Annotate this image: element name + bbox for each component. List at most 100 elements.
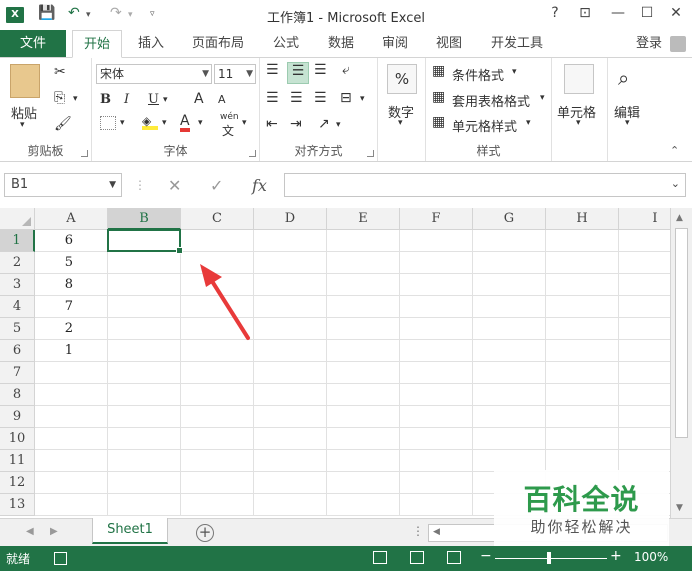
percent-icon[interactable]: % xyxy=(387,64,417,94)
borders-icon[interactable] xyxy=(100,116,116,130)
copy-dropdown-icon[interactable]: ▾ xyxy=(73,94,78,104)
format-painter-icon[interactable]: 🖌 xyxy=(54,116,72,132)
conditional-format-dropdown-icon[interactable]: ▾ xyxy=(512,67,517,77)
next-sheet-icon[interactable]: ▶ xyxy=(50,526,58,537)
tab-review[interactable]: 审阅 xyxy=(372,30,418,57)
align-middle-icon[interactable]: ☰ xyxy=(287,62,309,84)
zoom-slider-track[interactable] xyxy=(495,558,607,559)
format-table-button[interactable]: 套用表格格式 xyxy=(452,91,530,110)
fill-color-icon[interactable]: ◈ xyxy=(142,114,158,130)
cells-dropdown-icon[interactable]: ▾ xyxy=(576,118,581,128)
collapse-ribbon-icon[interactable]: ⌃ xyxy=(670,144,679,157)
enter-icon[interactable]: ✓ xyxy=(210,176,223,195)
name-box[interactable]: B1 ▼ xyxy=(4,173,122,197)
phonetic-dropdown-icon[interactable]: ▾ xyxy=(242,118,247,128)
scrollbar-thumb[interactable] xyxy=(675,228,688,438)
tab-page-layout[interactable]: 页面布局 xyxy=(182,30,254,57)
insert-function-icon[interactable]: fx xyxy=(252,176,267,195)
font-launcher-icon[interactable] xyxy=(249,150,256,157)
tab-data[interactable]: 数据 xyxy=(318,30,364,57)
tab-home[interactable]: 开始 xyxy=(72,30,122,58)
page-layout-view-icon[interactable] xyxy=(410,551,424,564)
editing-dropdown-icon[interactable]: ▾ xyxy=(625,118,630,128)
login-link[interactable]: 登录 xyxy=(636,30,662,57)
cell-styles-button[interactable]: 单元格样式 xyxy=(452,116,517,135)
formula-input[interactable]: ⌄ xyxy=(284,173,686,197)
conditional-format-icon[interactable]: ▦ xyxy=(432,63,445,79)
sheet-tab-sheet1[interactable]: Sheet1 xyxy=(92,518,168,544)
font-color-dropdown-icon[interactable]: ▾ xyxy=(198,118,203,128)
avatar[interactable] xyxy=(670,36,686,52)
macro-record-icon[interactable] xyxy=(54,552,67,565)
phonetic-icon[interactable]: 文 xyxy=(222,122,234,139)
cells-icon[interactable] xyxy=(564,64,594,94)
align-top-icon[interactable]: ☰ xyxy=(266,62,279,78)
paste-icon[interactable] xyxy=(10,64,40,98)
wrap-text-icon[interactable]: ⤶ xyxy=(342,62,350,78)
align-right-icon[interactable]: ☰ xyxy=(314,90,327,106)
add-sheet-button[interactable]: + xyxy=(196,524,214,542)
copy-icon[interactable]: ⎘ xyxy=(54,90,65,106)
zoom-slider-thumb[interactable] xyxy=(547,552,551,564)
format-table-icon[interactable]: ▦ xyxy=(432,89,445,105)
merge-dropdown-icon[interactable]: ▾ xyxy=(360,94,365,104)
title-bar: X 💾 ↶ ▾ ↷ ▾ ▿ 工作簿1 - Microsoft Excel ? ⊡… xyxy=(0,0,692,30)
active-cell-b1[interactable] xyxy=(107,229,183,254)
scroll-down-icon[interactable]: ▼ xyxy=(676,503,683,513)
minimize-button[interactable]: — xyxy=(608,5,628,21)
ribbon-display-button[interactable]: ⊡ xyxy=(575,5,595,21)
zoom-level[interactable]: 100% xyxy=(634,550,668,564)
conditional-format-button[interactable]: 条件格式 xyxy=(452,65,504,84)
prev-sheet-icon[interactable]: ◀ xyxy=(26,526,34,537)
align-bottom-icon[interactable]: ☰ xyxy=(314,62,327,78)
font-size-combo[interactable]: 11 ▼ xyxy=(214,64,256,84)
zoom-out-button[interactable]: − xyxy=(480,548,492,564)
tab-developer[interactable]: 开发工具 xyxy=(480,30,554,57)
phonetic-button[interactable]: wén xyxy=(220,112,239,122)
italic-button[interactable]: I xyxy=(124,92,129,107)
underline-dropdown-icon[interactable]: ▾ xyxy=(163,95,168,105)
number-dropdown-icon[interactable]: ▾ xyxy=(398,118,403,128)
watermark-logo: 百科全说 助你轻松解决 xyxy=(494,470,669,546)
normal-view-icon[interactable] xyxy=(373,551,387,564)
scroll-up-icon[interactable]: ▲ xyxy=(676,213,683,223)
paste-dropdown-icon[interactable]: ▾ xyxy=(20,120,25,130)
tab-file[interactable]: 文件 xyxy=(0,30,66,57)
cell-styles-dropdown-icon[interactable]: ▾ xyxy=(526,118,531,128)
borders-dropdown-icon[interactable]: ▾ xyxy=(120,118,125,128)
expand-formula-bar-icon[interactable]: ⌄ xyxy=(671,177,680,190)
vertical-scrollbar[interactable]: ▲ ▼ xyxy=(670,208,692,518)
page-break-view-icon[interactable] xyxy=(447,551,461,564)
orientation-dropdown-icon[interactable]: ▾ xyxy=(336,120,341,130)
grow-font-button[interactable]: A xyxy=(194,91,204,107)
fill-color-dropdown-icon[interactable]: ▾ xyxy=(162,118,167,128)
help-button[interactable]: ? xyxy=(545,5,565,21)
tab-insert[interactable]: 插入 xyxy=(128,30,174,57)
cut-icon[interactable]: ✂ xyxy=(54,64,66,80)
align-center-icon[interactable]: ☰ xyxy=(290,90,303,106)
font-name-combo[interactable]: 宋体 ▼ xyxy=(96,64,212,84)
alignment-launcher-icon[interactable] xyxy=(367,150,374,157)
underline-button[interactable]: U xyxy=(148,92,159,107)
merge-center-icon[interactable]: ⊟ xyxy=(340,90,352,106)
tab-split-icon[interactable]: ⋮ xyxy=(412,524,424,538)
cell-styles-icon[interactable]: ▦ xyxy=(432,114,445,130)
clipboard-launcher-icon[interactable] xyxy=(81,150,88,157)
binoculars-icon[interactable]: ⌕ xyxy=(618,66,629,90)
zoom-in-button[interactable]: + xyxy=(610,548,622,564)
bold-button[interactable]: B xyxy=(100,92,111,107)
orientation-icon[interactable]: ↗ xyxy=(318,116,330,132)
shrink-font-button[interactable]: A xyxy=(218,93,226,106)
close-button[interactable]: ✕ xyxy=(666,5,686,21)
tab-view[interactable]: 视图 xyxy=(426,30,472,57)
tab-formulas[interactable]: 公式 xyxy=(262,30,310,57)
watermark-subtitle: 助你轻松解决 xyxy=(530,518,633,536)
cancel-icon[interactable]: ✕ xyxy=(168,176,181,195)
format-table-dropdown-icon[interactable]: ▾ xyxy=(540,93,545,103)
scroll-left-icon[interactable]: ◀ xyxy=(433,527,440,537)
font-color-button[interactable]: A xyxy=(180,114,190,132)
increase-indent-icon[interactable]: ⇥ xyxy=(290,116,302,132)
decrease-indent-icon[interactable]: ⇤ xyxy=(266,116,278,132)
maximize-button[interactable]: ☐ xyxy=(637,5,657,21)
align-left-icon[interactable]: ☰ xyxy=(266,90,279,106)
